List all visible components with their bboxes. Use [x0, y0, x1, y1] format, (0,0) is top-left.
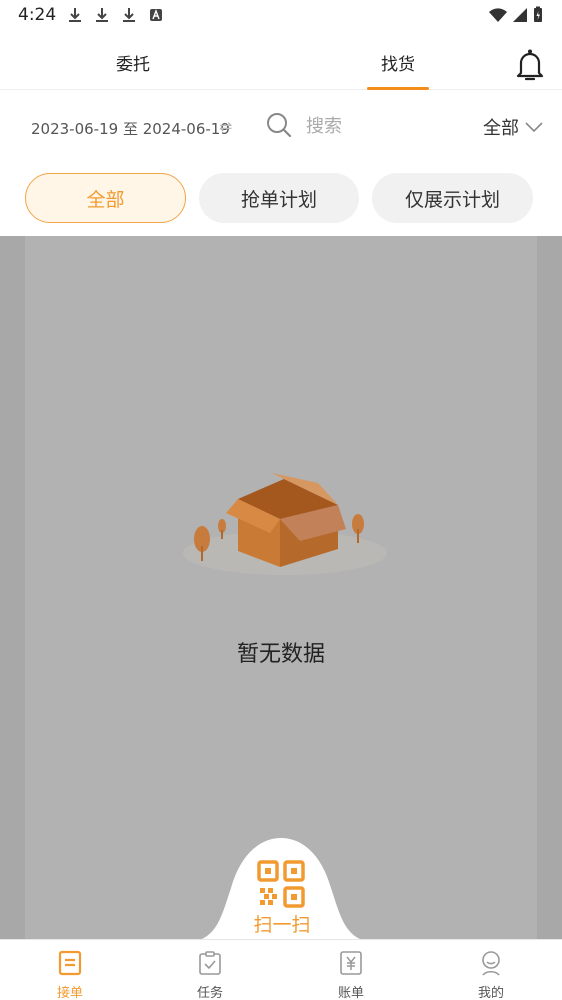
- download-icon: [69, 8, 81, 22]
- status-time: 4:24: [18, 5, 57, 25]
- empty-box-icon: [183, 473, 387, 575]
- nav-label-tasks: 任务: [196, 986, 223, 1000]
- order-list-icon: [58, 950, 82, 976]
- swap-icon[interactable]: ⇌: [219, 117, 232, 136]
- download-icon: [96, 8, 108, 22]
- nav-label-bills: 账单: [337, 986, 364, 1000]
- status-bar: 4:24: [0, 0, 562, 32]
- nav-item-tasks[interactable]: 任务: [140, 940, 280, 1000]
- tab-entrust[interactable]: 委托: [116, 50, 150, 75]
- status-system-icons: [488, 6, 544, 24]
- download-icon: [123, 8, 135, 22]
- nav-item-bills[interactable]: 账单: [281, 940, 421, 1000]
- content-overlay: 暂无数据: [0, 236, 562, 939]
- clipboard-check-icon: [199, 951, 221, 975]
- battery-icon: [534, 6, 542, 22]
- top-tab-bar: 委托 找货: [0, 32, 562, 90]
- empty-list-area: 暂无数据: [25, 236, 537, 939]
- chip-display-only-plan[interactable]: 仅展示计划: [372, 173, 533, 223]
- plan-filter-chips: 全部 抢单计划 仅展示计划: [0, 161, 562, 235]
- chip-all[interactable]: 全部: [25, 173, 186, 223]
- qr-code-icon[interactable]: [257, 860, 305, 908]
- bottom-nav: 接单 任务 账单 我的: [0, 939, 562, 1000]
- search-input[interactable]: [306, 113, 426, 139]
- scan-label[interactable]: 扫一扫: [247, 910, 317, 937]
- filter-bar: 2023-06-19 至 2024-06-19 ⇌ 全部: [0, 91, 562, 161]
- date-range-picker[interactable]: 2023-06-19 至 2024-06-19: [31, 118, 230, 139]
- app-notification-icon: [150, 9, 162, 21]
- status-filter-value: 全部: [483, 118, 519, 139]
- empty-state-text: 暂无数据: [236, 642, 325, 667]
- tab-find-goods[interactable]: 找货: [381, 50, 415, 75]
- active-tab-indicator: [367, 87, 429, 90]
- nav-label-orders: 接单: [56, 986, 83, 1000]
- nav-item-profile[interactable]: 我的: [421, 940, 561, 1000]
- signal-icon: [513, 8, 527, 22]
- bill-yen-icon: [340, 951, 362, 975]
- user-icon: [482, 951, 500, 976]
- nav-label-profile: 我的: [477, 986, 504, 1000]
- status-notifications: [66, 6, 165, 24]
- bell-icon[interactable]: [515, 48, 545, 82]
- nav-item-orders[interactable]: 接单: [0, 940, 140, 1000]
- chip-grab-order-plan[interactable]: 抢单计划: [199, 173, 359, 223]
- chevron-down-icon: [525, 122, 543, 133]
- wifi-icon: [489, 8, 507, 22]
- search-icon[interactable]: [265, 111, 293, 139]
- status-filter-dropdown[interactable]: 全部: [483, 114, 543, 140]
